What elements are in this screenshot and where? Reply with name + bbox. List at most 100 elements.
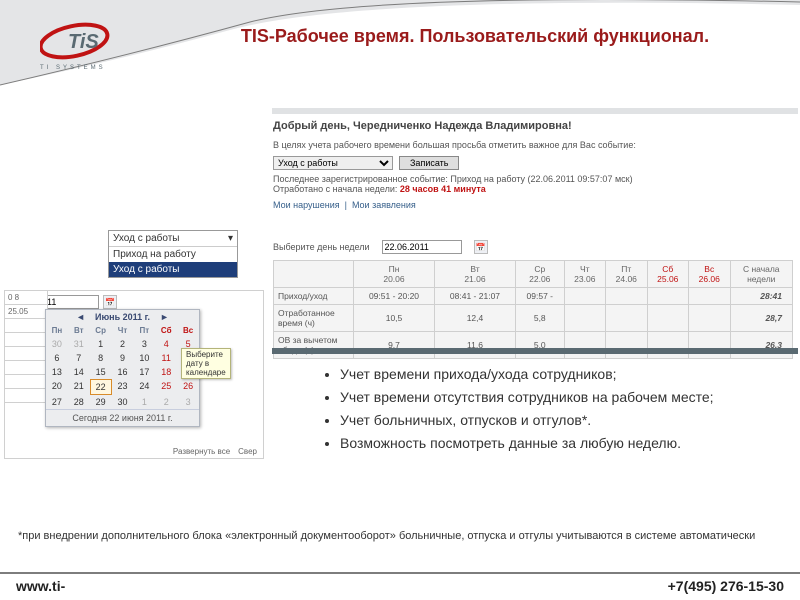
timesheet-cell	[606, 305, 647, 332]
dropdown-selected: Уход с работы	[113, 233, 179, 244]
cal-day[interactable]: 6	[46, 351, 68, 365]
calendar-icon[interactable]: 📅	[474, 240, 488, 254]
cal-today-link[interactable]: Сегодня 22 июня 2011 г.	[46, 409, 199, 426]
page-title: TIS-Рабочее время. Пользовательский функ…	[200, 25, 750, 48]
cal-day[interactable]: 16	[112, 365, 134, 379]
cal-day[interactable]: 31	[68, 337, 90, 351]
expand-all-link[interactable]: Развернуть все	[173, 447, 230, 456]
cal-day[interactable]: 18	[155, 365, 177, 379]
calendar-icon[interactable]: 📅	[103, 295, 117, 309]
cal-day[interactable]: 24	[133, 379, 155, 395]
cal-prev-icon[interactable]: ◄	[72, 312, 89, 322]
timesheet-header: Вс26.06	[689, 261, 730, 288]
cal-day[interactable]: 27	[46, 395, 68, 409]
cal-day[interactable]: 25	[155, 379, 177, 395]
timesheet-total: 26,3	[730, 332, 793, 359]
cal-dow: Ср	[90, 324, 112, 337]
collapse-all-link[interactable]: Свер	[238, 447, 257, 456]
link-violations[interactable]: Мои нарушения	[273, 200, 340, 210]
timesheet-cell: 09:51 - 20:20	[354, 288, 435, 305]
worked-text: Отработано с начала недели: 28 часов 41 …	[273, 184, 793, 194]
cal-month-title: Июнь 2011 г.	[95, 312, 150, 322]
timesheet-header: С началанедели	[730, 261, 793, 288]
cal-next-icon[interactable]: ►	[156, 312, 173, 322]
event-dropdown-open[interactable]: Уход с работы ▾ Приход на работу Уход с …	[108, 230, 238, 278]
cal-day[interactable]: 20	[46, 379, 68, 395]
cal-day[interactable]: 28	[68, 395, 90, 409]
cal-day[interactable]: 10	[133, 351, 155, 365]
logo: TiS TI SYSTEMS	[40, 22, 130, 71]
timesheet-header: Пн20.06	[354, 261, 435, 288]
dropdown-option[interactable]: Приход на работу	[109, 247, 237, 262]
cal-dow: Вс	[177, 324, 199, 337]
cal-day[interactable]: 11	[155, 351, 177, 365]
timesheet-cell: 10,5	[354, 305, 435, 332]
record-button[interactable]: Записать	[399, 156, 459, 170]
cal-day[interactable]: 22	[90, 379, 112, 395]
last-event-text: Последнее зарегистрированное событие: Пр…	[273, 174, 793, 184]
timesheet-cell: 5,8	[515, 305, 564, 332]
logo-subtitle: TI SYSTEMS	[40, 65, 130, 71]
cal-day[interactable]: 21	[68, 379, 90, 395]
cal-day[interactable]: 1	[90, 337, 112, 351]
cal-day[interactable]: 30	[46, 337, 68, 351]
week-panel: Выберите день недели 📅 Пн20.06Вт21.06Ср2…	[273, 240, 793, 359]
cal-dow: Вт	[68, 324, 90, 337]
list-item: Возможность посмотреть данные за любую н…	[340, 434, 770, 453]
cal-dow: Пн	[46, 324, 68, 337]
cal-day[interactable]: 14	[68, 365, 90, 379]
left-mini-grid: 0 8 25.05	[4, 290, 48, 403]
divider-band	[272, 348, 798, 354]
cal-day[interactable]: 30	[112, 395, 134, 409]
cal-day[interactable]: 3	[133, 337, 155, 351]
cal-day[interactable]: 9	[112, 351, 134, 365]
greeting: Добрый день, Чередниченко Надежда Владим…	[273, 120, 793, 132]
timesheet-cell	[647, 288, 688, 305]
event-select[interactable]: Уход с работы	[273, 156, 393, 170]
footer: www.ti- +7(495) 276-15-30	[0, 572, 800, 594]
cal-day[interactable]: 1	[133, 395, 155, 409]
week-date-input[interactable]	[382, 240, 462, 254]
dropdown-option-selected[interactable]: Уход с работы	[109, 262, 237, 277]
timesheet-cell	[689, 305, 730, 332]
timesheet-header: Вт21.06	[434, 261, 515, 288]
timesheet-cell	[564, 332, 605, 359]
cal-dow: Чт	[112, 324, 134, 337]
cal-day[interactable]: 2	[112, 337, 134, 351]
timesheet-total: 28,7	[730, 305, 793, 332]
cal-day[interactable]: 8	[90, 351, 112, 365]
cal-day[interactable]: 23	[112, 379, 134, 395]
divider-top	[272, 108, 798, 114]
cal-dow: Сб	[155, 324, 177, 337]
timesheet-row-label: Отработанное время (ч)	[274, 305, 354, 332]
cal-day[interactable]: 4	[155, 337, 177, 351]
timesheet-cell: 11,6	[434, 332, 515, 359]
cal-dow: Пт	[133, 324, 155, 337]
cal-day[interactable]: 29	[90, 395, 112, 409]
calendar-popup: ◄ Июнь 2011 г. ► Выберите дату в календа…	[45, 309, 200, 427]
timesheet-cell	[647, 332, 688, 359]
calendar-tooltip: Выберите дату в календаре	[181, 348, 231, 379]
cal-day[interactable]: 13	[46, 365, 68, 379]
timesheet-cell	[564, 305, 605, 332]
cal-day[interactable]: 15	[90, 365, 112, 379]
svg-text:TiS: TiS	[68, 31, 99, 53]
timesheet-cell: 12,4	[434, 305, 515, 332]
cal-day[interactable]: 26	[177, 379, 199, 395]
cal-day[interactable]: 7	[68, 351, 90, 365]
footer-site: www.ti-	[16, 578, 65, 594]
link-requests[interactable]: Мои заявления	[352, 200, 416, 210]
timesheet-cell: 5,0	[515, 332, 564, 359]
cal-day[interactable]: 2	[155, 395, 177, 409]
cal-day[interactable]: 17	[133, 365, 155, 379]
worked-value: 28 часов 41 минута	[400, 184, 486, 194]
intro-text: В целях учета рабочего времени большая п…	[273, 140, 793, 150]
timesheet-header: Чт23.06	[564, 261, 605, 288]
timesheet-row-label: Приход/уход	[274, 288, 354, 305]
cal-day[interactable]: 3	[177, 395, 199, 409]
timesheet-cell: 09:57 -	[515, 288, 564, 305]
footnote: *при внедрении дополнительного блока «эл…	[18, 530, 778, 542]
timesheet-cell: 08:41 - 21:07	[434, 288, 515, 305]
timesheet-cell	[606, 332, 647, 359]
timesheet-table: Пн20.06Вт21.06Ср22.06Чт23.06Пт24.06Сб25.…	[273, 260, 793, 359]
